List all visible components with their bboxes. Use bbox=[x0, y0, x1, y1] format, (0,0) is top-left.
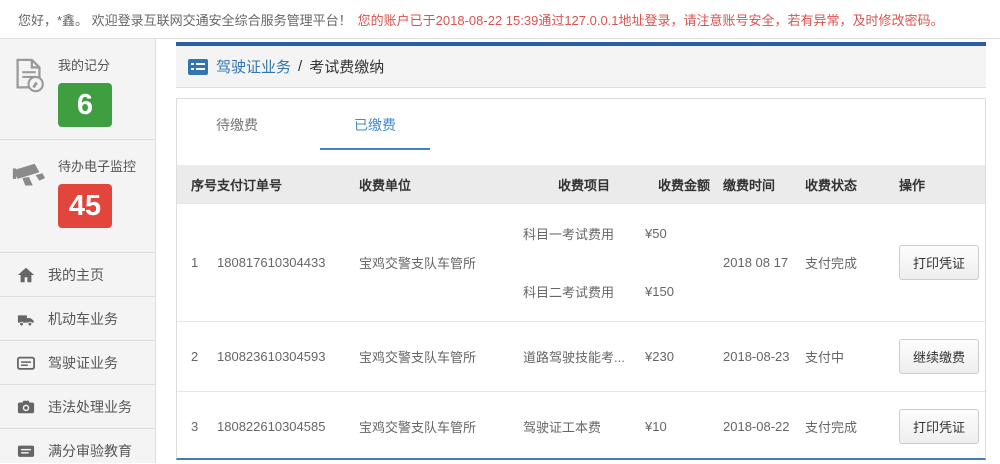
sidebar-item-机动车业务[interactable]: 机动车业务 bbox=[0, 296, 155, 340]
sidebar-item-违法处理业务[interactable]: 违法处理业务 bbox=[0, 384, 155, 428]
sidebar-item-label: 驾驶证业务 bbox=[48, 354, 118, 371]
page-layout: 我的记分 6 待办电子监控 45 我的主页 机动车业务 驾驶证业务 违法处理业务 满分审验教育… bbox=[0, 39, 1000, 463]
cell-status: 支付中 bbox=[805, 350, 845, 365]
fee-item-amount: ¥50 bbox=[645, 225, 667, 241]
motor-vehicle-icon bbox=[17, 310, 35, 328]
fee-item-name: 道路驾驶技能考... bbox=[523, 350, 625, 365]
col-action: 操作 bbox=[899, 177, 926, 193]
col-amount: 收费金额 bbox=[657, 177, 710, 193]
cell-amounts: ¥10 bbox=[645, 392, 723, 461]
education-card-icon bbox=[17, 442, 35, 460]
cell-status: 支付完成 bbox=[805, 420, 858, 435]
sidebar-menu: 我的主页机动车业务驾驶证业务违法处理业务 满分审验教育 bbox=[0, 252, 155, 464]
breadcrumb: 驾驶证业务 / 考试费缴纳 bbox=[176, 46, 986, 88]
cell-pay-time: 2018-08-22 bbox=[723, 419, 790, 434]
fee-item-name: 驾驶证工本费 bbox=[523, 420, 602, 435]
sidebar-stat-score[interactable]: 我的记分 6 bbox=[0, 39, 155, 139]
cell-item-names: 驾驶证工本费 bbox=[523, 392, 645, 461]
cell-index: 2 bbox=[191, 349, 199, 364]
breadcrumb-current-page: 考试费缴纳 bbox=[309, 59, 385, 76]
sidebar-stat-monitor[interactable]: 待办电子监控 45 bbox=[0, 139, 155, 240]
top-message-bar: 您好，*鑫。 欢迎登录互联网交通安全综合服务管理平台！ 您的账户已于2018-0… bbox=[0, 0, 1000, 39]
cell-unit: 宝鸡交警支队车管所 bbox=[359, 420, 477, 435]
table-row: 1 180817610304433 宝鸡交警支队车管所 科目一考试费用 科目二考试费用 ¥… bbox=[177, 203, 985, 321]
cell-index: 1 bbox=[191, 255, 199, 270]
cell-unit: 宝鸡交警支队车管所 bbox=[359, 350, 477, 365]
fee-item-amount: ¥150 bbox=[645, 284, 674, 300]
cell-item-names: 道路驾驶技能考... bbox=[523, 322, 645, 391]
payments-table: 序号 支付订单号 收费单位 收费项目 收费金额 缴费时间 收费状态 操作 1 1808176103… bbox=[177, 165, 985, 461]
col-order-no: 支付订单号 bbox=[217, 177, 283, 193]
payment-tabs: 待缴费 已缴费 bbox=[177, 99, 985, 150]
cell-action: 打印凭证 bbox=[899, 204, 985, 321]
login-warning-text: 您的账户已于2018-08-22 15:39通过127.0.0.1地址登录，请注… bbox=[357, 12, 944, 28]
sidebar-item-label: 满分审验教育 bbox=[48, 442, 132, 459]
sidebar-item-满分审验教育[interactable]: 满分审验教育 bbox=[0, 428, 155, 464]
cell-order-no: 180823610304593 bbox=[217, 349, 326, 364]
sidebar-item-label: 违法处理业务 bbox=[48, 398, 132, 415]
drivers-license-icon bbox=[17, 354, 35, 372]
stat-badge: 6 bbox=[58, 83, 112, 127]
continue-payment-button[interactable]: 继续缴费 bbox=[899, 339, 980, 374]
sidebar-item-label: 我的主页 bbox=[48, 266, 104, 283]
tab-paid[interactable]: 已缴费 bbox=[320, 115, 430, 150]
col-item: 收费项目 bbox=[557, 177, 610, 193]
cell-item-names: 科目一考试费用 科目二考试费用 bbox=[523, 204, 645, 321]
cell-amounts: ¥50 ¥150 bbox=[645, 204, 723, 321]
cell-action: 继续缴费 bbox=[899, 322, 985, 391]
cell-index: 3 bbox=[191, 419, 199, 434]
print-receipt-button[interactable]: 打印凭证 bbox=[899, 245, 980, 280]
col-unit: 收费单位 bbox=[359, 177, 412, 193]
col-status: 收费状态 bbox=[805, 177, 858, 193]
cell-action: 打印凭证 bbox=[899, 392, 985, 461]
sidebar: 我的记分 6 待办电子监控 45 我的主页机动车业务驾驶证业务违法处理业务 满分审验教育 bbox=[0, 39, 156, 463]
stat-badge: 45 bbox=[58, 184, 112, 228]
list-icon bbox=[188, 58, 208, 75]
score-document-icon bbox=[10, 55, 50, 127]
sidebar-item-label: 机动车业务 bbox=[48, 310, 118, 327]
home-icon bbox=[17, 266, 35, 284]
main-content: 驾驶证业务 / 考试费缴纳 待缴费 已缴费 序号 支付订单号 收费单位 收费项目 收费金额… bbox=[156, 39, 1000, 463]
sidebar-item-驾驶证业务[interactable]: 驾驶证业务 bbox=[0, 340, 155, 384]
breadcrumb-separator: / bbox=[298, 58, 303, 75]
fee-item-amount: ¥230 bbox=[645, 349, 674, 364]
table-row: 3 180822610304585 宝鸡交警支队车管所 驾驶证工本费 ¥10 2018-0… bbox=[177, 391, 985, 461]
sidebar-stats: 我的记分 6 待办电子监控 45 bbox=[0, 39, 155, 240]
table-row: 2 180823610304593 宝鸡交警支队车管所 道路驾驶技能考... ¥230 2… bbox=[177, 321, 985, 391]
col-pay-time: 缴费时间 bbox=[723, 177, 776, 193]
table-header-row: 序号 支付订单号 收费单位 收费项目 收费金额 缴费时间 收费状态 操作 bbox=[177, 165, 985, 203]
fee-item-name: 科目一考试费用 bbox=[523, 226, 615, 242]
cell-order-no: 180822610304585 bbox=[217, 419, 326, 434]
tab-unpaid[interactable]: 待缴费 bbox=[182, 115, 292, 150]
surveillance-camera-icon bbox=[10, 156, 50, 228]
fee-item-name: 科目二考试费用 bbox=[523, 285, 615, 301]
greeting-text: 您好，*鑫。 欢迎登录互联网交通安全综合服务管理平台！ bbox=[18, 12, 352, 28]
cell-order-no: 180817610304433 bbox=[217, 255, 326, 270]
cell-unit: 宝鸡交警支队车管所 bbox=[359, 256, 477, 271]
sidebar-item-我的主页[interactable]: 我的主页 bbox=[0, 252, 155, 296]
cell-amounts: ¥230 bbox=[645, 322, 723, 391]
fee-item-amount: ¥10 bbox=[645, 419, 667, 434]
violation-camera-icon bbox=[17, 398, 35, 416]
stat-label: 我的记分 bbox=[58, 58, 111, 73]
col-index: 序号 bbox=[191, 177, 217, 193]
cell-pay-time: 2018-08-23 bbox=[723, 349, 790, 364]
stat-label: 待办电子监控 bbox=[58, 159, 137, 174]
cell-pay-time: 2018 08 17 bbox=[723, 255, 789, 270]
cell-status: 支付完成 bbox=[805, 256, 858, 271]
payment-panel: 待缴费 已缴费 序号 支付订单号 收费单位 收费项目 收费金额 缴费时间 收费状态 操作 1 180… bbox=[176, 98, 986, 460]
print-receipt-button[interactable]: 打印凭证 bbox=[899, 409, 980, 444]
breadcrumb-section-link[interactable]: 驾驶证业务 bbox=[216, 56, 291, 77]
